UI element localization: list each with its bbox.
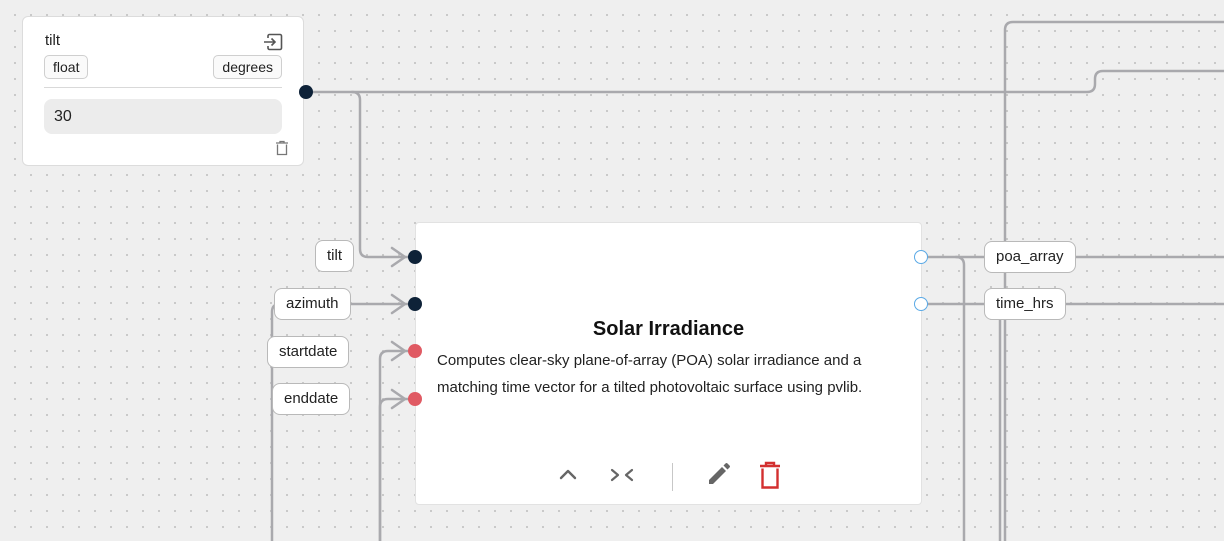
type-chip: float xyxy=(44,55,89,79)
input-label-startdate[interactable]: startdate xyxy=(267,336,350,368)
input-label-tilt[interactable]: tilt xyxy=(315,240,354,272)
wire-enddate xyxy=(378,397,410,541)
tilt-input-node[interactable]: tilt float degrees xyxy=(22,16,304,166)
trash-icon[interactable] xyxy=(275,140,289,156)
wire-time-down xyxy=(990,302,1002,541)
export-icon[interactable] xyxy=(263,33,283,51)
unit-chip: degrees xyxy=(213,55,282,79)
wire-trunk xyxy=(1003,20,1224,541)
divider xyxy=(44,87,282,88)
node-title: Solar Irradiance xyxy=(592,318,745,340)
toolbar-separator xyxy=(672,463,673,491)
value-field[interactable] xyxy=(44,99,282,134)
wire-poa-down xyxy=(954,255,966,541)
input-label-enddate[interactable]: enddate xyxy=(272,383,351,415)
arrow-startdate xyxy=(390,340,407,362)
output-label-time-hrs[interactable]: time_hrs xyxy=(984,288,1066,320)
wire-startdate xyxy=(378,349,410,541)
shrink-icon[interactable] xyxy=(608,459,636,491)
wire-tilt-horizontal xyxy=(304,69,1224,94)
input-port-enddate[interactable] xyxy=(408,392,422,406)
node-title: tilt xyxy=(45,32,60,49)
input-label-azimuth[interactable]: azimuth xyxy=(274,288,351,320)
output-port-time-hrs[interactable] xyxy=(914,297,928,311)
arrow-azimuth xyxy=(390,293,407,315)
tilt-node-output-port[interactable] xyxy=(299,85,313,99)
collapse-icon[interactable] xyxy=(554,459,582,491)
solar-irradiance-node[interactable]: Solar Irradiance Computes clear-sky plan… xyxy=(415,222,922,505)
input-port-startdate[interactable] xyxy=(408,344,422,358)
delete-icon[interactable] xyxy=(756,459,784,491)
input-port-tilt[interactable] xyxy=(408,250,422,264)
input-port-azimuth[interactable] xyxy=(408,297,422,311)
output-port-poa-array[interactable] xyxy=(914,250,928,264)
wire-tilt-to-input xyxy=(350,90,410,259)
edit-icon[interactable] xyxy=(704,459,732,491)
output-label-poa-array[interactable]: poa_array xyxy=(984,241,1076,273)
node-description: Computes clear-sky plane-of-array (POA) … xyxy=(437,352,863,396)
arrow-tilt xyxy=(390,246,407,268)
arrow-enddate xyxy=(390,388,407,410)
